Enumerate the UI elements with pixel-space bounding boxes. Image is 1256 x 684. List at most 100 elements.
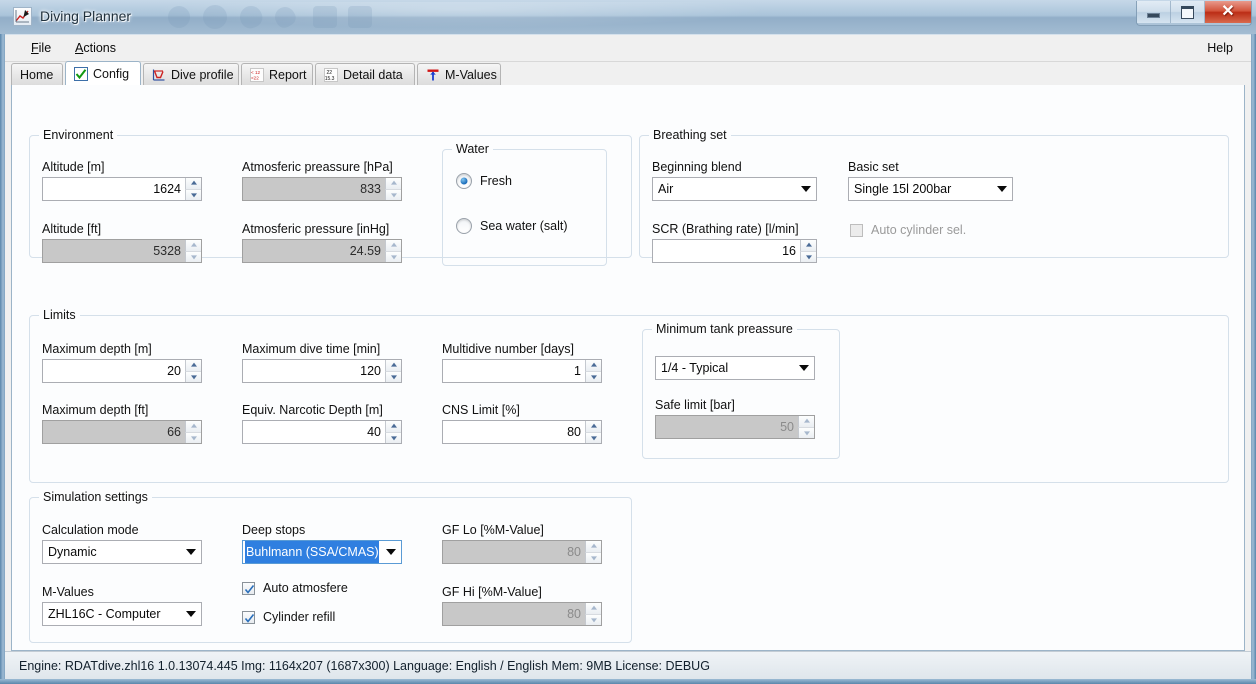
environment-legend: Environment: [39, 128, 118, 142]
max-dive-time-up-button[interactable]: [385, 360, 401, 372]
scr-label: SCR (Brathing rate) [l/min]: [652, 222, 799, 236]
end-down-button[interactable]: [385, 432, 401, 443]
close-button[interactable]: ✕: [1205, 1, 1251, 23]
deep-stops-combo[interactable]: Buhlmann (SSA/CMAS): [242, 540, 402, 564]
basic-set-combo[interactable]: Single 15l 200bar: [848, 177, 1013, 201]
multidive-label: Multidive number [days]: [442, 342, 575, 356]
scr-spinner[interactable]: 16: [652, 239, 817, 263]
atm-hpa-value: 833: [360, 182, 381, 196]
cns-up-button[interactable]: [585, 421, 601, 433]
chevron-down-icon[interactable]: [181, 603, 201, 625]
tab-home-label: Home: [20, 67, 54, 82]
profile-chart-icon: [152, 68, 166, 82]
water-option-sea[interactable]: Sea water (salt): [456, 218, 568, 234]
max-depth-m-up-button[interactable]: [185, 360, 201, 372]
end-up-button[interactable]: [385, 421, 401, 433]
end-spinner[interactable]: 40: [242, 420, 402, 444]
tab-config[interactable]: Config: [65, 61, 141, 85]
water-legend: Water: [452, 142, 493, 156]
title-decor-orb: [168, 6, 190, 28]
tank-mode-combo[interactable]: 1/4 - Typical: [655, 356, 815, 380]
max-dive-time-spinner[interactable]: 120: [242, 359, 402, 383]
altitude-m-up-button[interactable]: [185, 178, 201, 190]
title-bar[interactable]: Diving Planner ✕: [0, 0, 1256, 34]
chevron-down-icon[interactable]: [796, 178, 816, 200]
atm-inhg-spinner: 24.59: [242, 239, 402, 263]
gf-lo-value: 80: [567, 545, 581, 559]
application-window: Diving Planner ✕ FFileile Actions Help H…: [0, 0, 1256, 684]
multidive-spinner[interactable]: 1: [442, 359, 602, 383]
gf-hi-spinner: 80: [442, 602, 602, 626]
tab-home[interactable]: Home: [11, 63, 63, 85]
title-decor-orb: [203, 5, 227, 29]
deep-stops-value: Buhlmann (SSA/CMAS): [245, 541, 379, 563]
calculation-mode-combo[interactable]: Dynamic: [42, 540, 202, 564]
radio-sea-water-icon: [456, 218, 472, 234]
altitude-ft-down-button: [185, 251, 201, 262]
m-values-arrow-icon: [426, 68, 440, 82]
m-values-value: ZHL16C - Computer: [48, 607, 161, 621]
atm-hpa-down-button: [385, 189, 401, 200]
tab-m-values-label: M-Values: [445, 67, 497, 82]
altitude-m-label: Altitude [m]: [42, 160, 105, 174]
menu-item-file[interactable]: FFileile: [23, 39, 59, 57]
tab-detail-data[interactable]: 22 15.3 Detail data: [315, 63, 415, 85]
menu-item-help[interactable]: Help: [1199, 39, 1241, 57]
svg-text:< 12: < 12: [251, 70, 261, 75]
basic-set-value: Single 15l 200bar: [854, 182, 952, 196]
cylinder-refill-checkbox-row[interactable]: Cylinder refill: [242, 610, 335, 624]
config-panel: Environment Altitude [m] 1624 Atmosferic…: [11, 85, 1245, 651]
safe-limit-down-button: [798, 427, 814, 438]
svg-text:<22: <22: [251, 75, 259, 80]
water-option-fresh[interactable]: Fresh: [456, 173, 512, 189]
minimize-button[interactable]: [1137, 1, 1171, 23]
maximize-button[interactable]: [1171, 1, 1205, 23]
detail-numbers-icon: 22 15.3: [324, 67, 338, 82]
cns-spinner[interactable]: 80: [442, 420, 602, 444]
tab-report[interactable]: < 12 <22 Report: [241, 63, 313, 85]
title-decor-orb: [271, 3, 299, 31]
auto-atmosfere-checkbox-row[interactable]: Auto atmosfere: [242, 581, 348, 595]
gf-hi-down-button: [585, 614, 601, 625]
tank-mode-value: 1/4 - Typical: [661, 361, 729, 375]
environment-group: Environment Altitude [m] 1624 Atmosferic…: [29, 128, 632, 266]
auto-atmosfere-checkbox-icon: [242, 581, 255, 595]
scr-up-button[interactable]: [800, 240, 816, 252]
max-depth-m-value: 20: [167, 364, 181, 378]
multidive-up-button[interactable]: [585, 360, 601, 372]
scr-down-button[interactable]: [800, 251, 816, 262]
chevron-down-icon[interactable]: [181, 541, 201, 563]
checkbox-green-icon: [74, 66, 88, 81]
window-frame-right: [1251, 0, 1256, 684]
chevron-down-icon[interactable]: [794, 357, 814, 379]
status-bar: Engine: RDATdive.zhl16 1.0.13074.445 Img…: [5, 651, 1251, 679]
auto-cylinder-label: Auto cylinder sel.: [871, 223, 967, 237]
simulation-settings-group: Simulation settings Calculation mode Dyn…: [29, 490, 632, 643]
svg-text:15.3: 15.3: [325, 76, 335, 82]
multidive-down-button[interactable]: [585, 371, 601, 382]
tab-m-values[interactable]: M-Values: [417, 63, 501, 85]
chevron-down-icon[interactable]: [992, 178, 1012, 200]
max-depth-m-spinner[interactable]: 20: [42, 359, 202, 383]
m-values-combo[interactable]: ZHL16C - Computer: [42, 602, 202, 626]
max-dive-time-value: 120: [360, 364, 381, 378]
end-label: Equiv. Narcotic Depth [m]: [242, 403, 383, 417]
altitude-m-spinner[interactable]: 1624: [42, 177, 202, 201]
altitude-ft-value: 5328: [153, 244, 181, 258]
tab-dive-profile[interactable]: Dive profile: [143, 63, 239, 85]
menu-item-actions[interactable]: Actions: [67, 39, 124, 57]
report-numbers-icon: < 12 <22: [250, 67, 264, 82]
scr-value: 16: [782, 244, 796, 258]
tab-strip: Home Config Dive profile < 12 <22 Report…: [5, 61, 1251, 85]
close-icon: ✕: [1221, 3, 1235, 20]
altitude-m-down-button[interactable]: [185, 189, 201, 200]
max-dive-time-down-button[interactable]: [385, 371, 401, 382]
atm-inhg-up-button: [385, 240, 401, 252]
auto-atmosfere-label: Auto atmosfere: [263, 581, 348, 595]
deep-stops-label: Deep stops: [242, 523, 306, 537]
chevron-down-icon[interactable]: [381, 541, 401, 563]
max-depth-m-down-button[interactable]: [185, 371, 201, 382]
cns-down-button[interactable]: [585, 432, 601, 443]
beginning-blend-combo[interactable]: Air: [652, 177, 817, 201]
max-depth-ft-label: Maximum depth [ft]: [42, 403, 149, 417]
